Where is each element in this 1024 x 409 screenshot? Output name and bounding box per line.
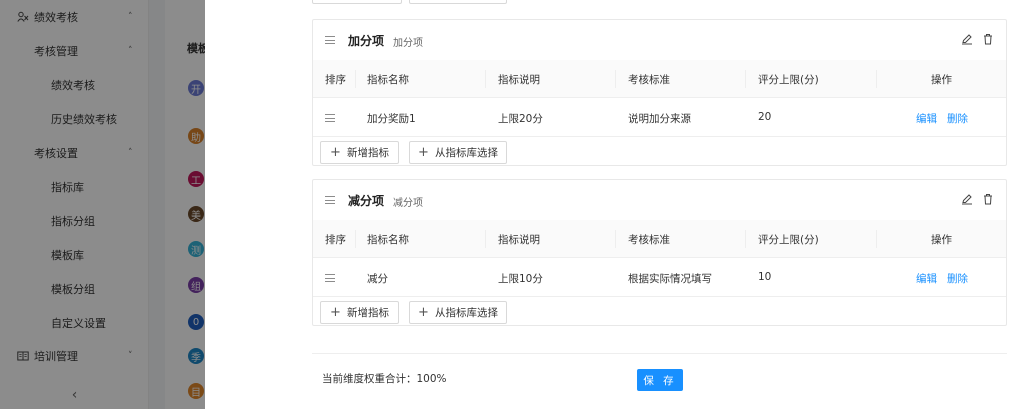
plus-icon: + [330,305,341,320]
plus-icon: + [330,145,341,160]
column-divider [615,70,616,88]
indicator-name: 减分 [367,273,388,285]
column-header: 考核标准 [628,234,670,246]
deduction-section: 减分项 减分项 排序 指标名称 指标说明 考核标准 评分上限(分) 操作 减分 … [312,179,1007,326]
column-header: 评分上限(分) [758,234,819,246]
column-divider [876,70,877,88]
column-divider [876,230,877,248]
edit-icon[interactable] [961,193,973,205]
section-subtitle: 加分项 [393,38,423,49]
column-divider [355,70,356,88]
column-header: 指标说明 [498,234,540,246]
plus-icon: + [418,305,429,320]
section-header: 加分项 加分项 [313,20,1006,60]
top-button-fragments [312,0,507,4]
button-label: 从指标库选择 [434,307,498,319]
table-header: 排序 指标名称 指标说明 考核标准 评分上限(分) 操作 [313,60,1006,98]
column-divider [745,230,746,248]
edit-link[interactable]: 编辑 [916,271,937,286]
row-drag-handle-icon[interactable] [325,114,335,122]
column-divider [485,230,486,248]
delete-icon[interactable] [982,33,994,45]
column-header: 操作 [931,74,952,86]
select-from-library-button[interactable]: + 从指标库选择 [409,141,507,164]
add-indicator-button[interactable]: + 新增指标 [320,301,399,324]
table-row: 减分 上限10分 根据实际情况填写 10 编辑 删除 [313,258,1006,297]
column-divider [745,70,746,88]
indicator-standard: 说明加分来源 [628,113,691,125]
edit-icon[interactable] [961,33,973,45]
column-divider [355,230,356,248]
button-label: 新增指标 [346,147,389,159]
indicator-drawer: 加分项 加分项 排序 指标名称 指标说明 考核标准 评分上限(分) 操作 加分奖… [205,0,1024,409]
top-button-edge[interactable] [312,0,402,4]
section-subtitle: 减分项 [393,198,423,209]
column-header: 考核标准 [628,74,670,86]
table-header: 排序 指标名称 指标说明 考核标准 评分上限(分) 操作 [313,220,1006,258]
weight-total-text: 当前维度权重合计：100% [322,373,447,385]
bonus-section: 加分项 加分项 排序 指标名称 指标说明 考核标准 评分上限(分) 操作 加分奖… [312,19,1007,166]
indicator-desc: 上限20分 [498,113,543,125]
top-button-edge[interactable] [409,0,507,4]
edit-link[interactable]: 编辑 [916,111,937,126]
column-divider [615,230,616,248]
delete-icon[interactable] [982,193,994,205]
select-from-library-button[interactable]: + 从指标库选择 [409,301,507,324]
section-title: 减分项 [348,194,385,208]
indicator-max-score: 20 [758,111,772,123]
add-indicator-button[interactable]: + 新增指标 [320,141,399,164]
drag-handle-icon[interactable] [325,36,335,44]
row-drag-handle-icon[interactable] [325,274,335,282]
button-label: 新增指标 [346,307,389,319]
indicator-desc: 上限10分 [498,273,543,285]
column-header: 操作 [931,234,952,246]
column-header: 评分上限(分) [758,74,819,86]
indicator-name: 加分奖励1 [367,113,416,125]
column-header: 排序 [325,74,346,86]
column-header: 指标名称 [367,234,409,246]
column-divider [485,70,486,88]
save-button[interactable]: 保 存 [637,369,683,391]
drag-handle-icon[interactable] [325,196,335,204]
section-header: 减分项 减分项 [313,180,1006,220]
delete-link[interactable]: 删除 [947,271,968,286]
plus-icon: + [418,145,429,160]
column-header: 指标说明 [498,74,540,86]
table-row: 加分奖励1 上限20分 说明加分来源 20 编辑 删除 [313,98,1006,137]
delete-link[interactable]: 删除 [947,111,968,126]
footer-divider [312,353,1007,354]
column-header: 指标名称 [367,74,409,86]
column-header: 排序 [325,234,346,246]
indicator-max-score: 10 [758,271,772,283]
section-title: 加分项 [348,34,385,48]
indicator-standard: 根据实际情况填写 [628,273,712,285]
button-label: 从指标库选择 [434,147,498,159]
